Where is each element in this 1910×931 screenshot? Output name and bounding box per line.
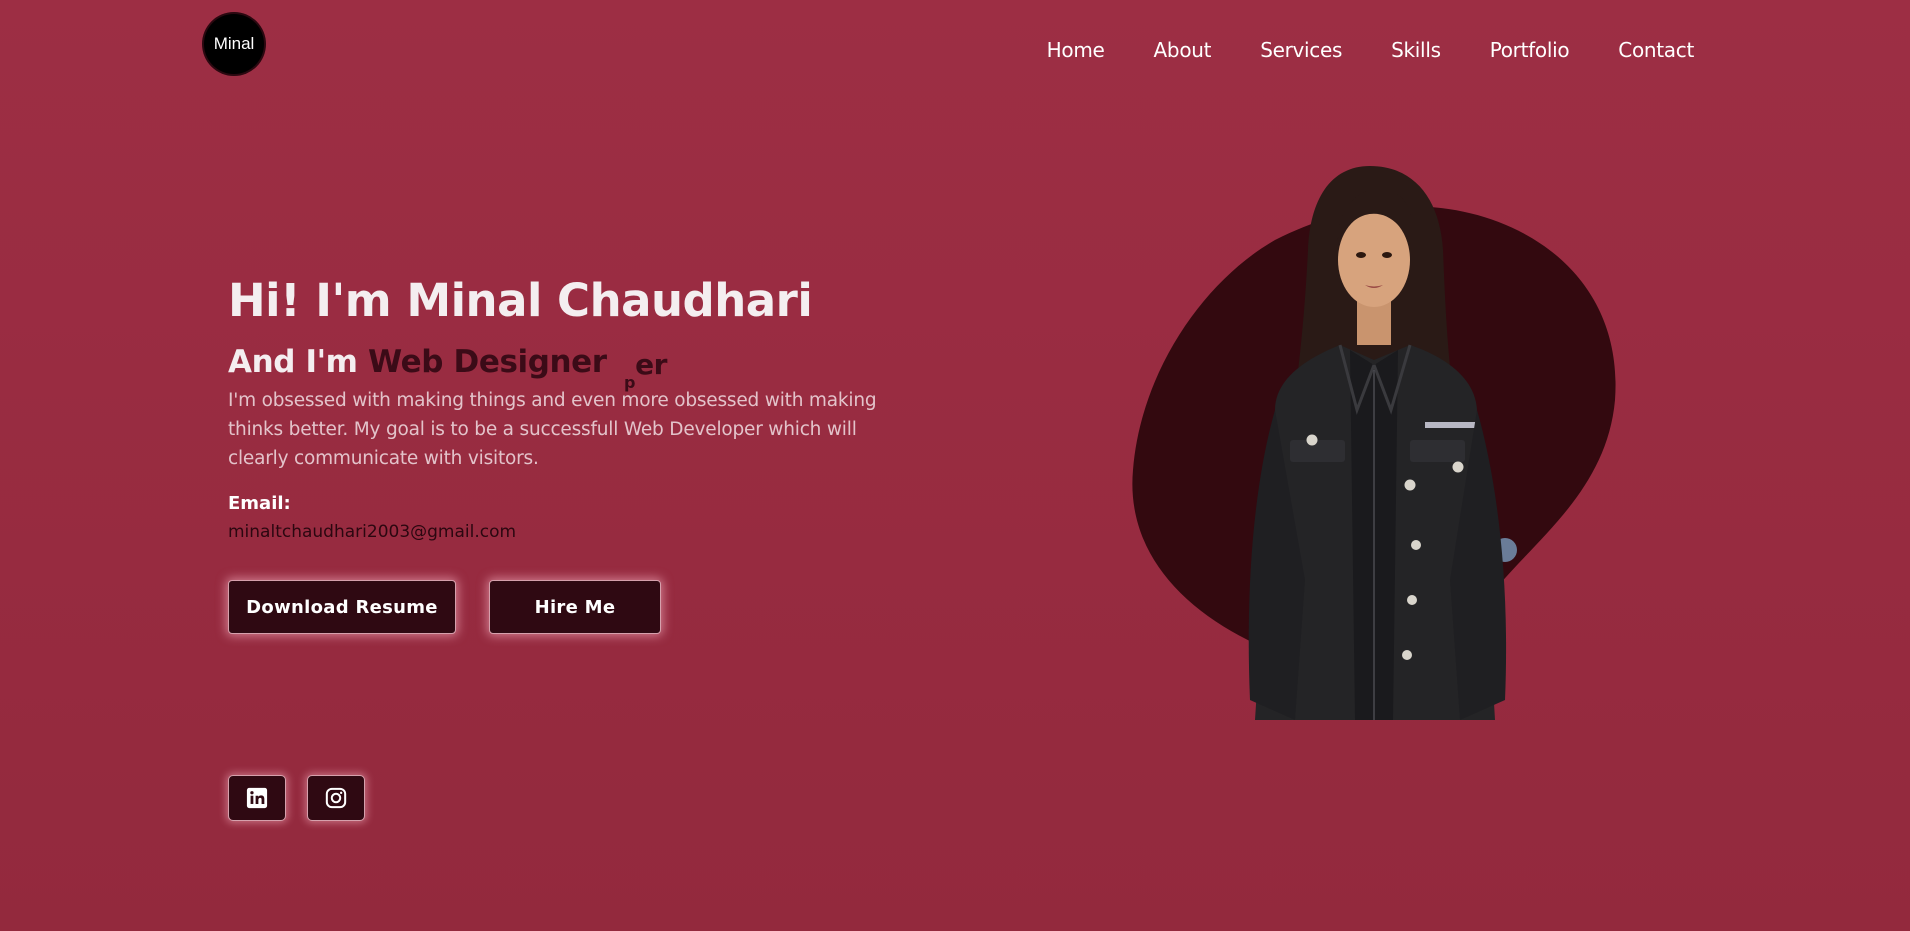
hero-portrait [1125, 160, 1625, 720]
email-value: minaltchaudhari2003@gmail.com [228, 522, 517, 542]
nav-skills[interactable]: Skills [1391, 38, 1441, 62]
instagram-icon [325, 787, 347, 809]
subtitle-prefix: And I'm [228, 344, 358, 380]
hero-subtitle: And I'm Web Designer per [228, 344, 667, 392]
hire-me-label: Hire Me [534, 596, 616, 618]
nav-portfolio[interactable]: Portfolio [1490, 38, 1570, 62]
download-resume-button[interactable]: Download Resume [228, 580, 456, 634]
hero-description: I'm obsessed with making things and even… [228, 390, 877, 469]
typed-role: Web Designer [367, 344, 607, 380]
main-nav: Home About Services Skills Portfolio Con… [1047, 38, 1695, 62]
nav-about[interactable]: About [1154, 38, 1212, 62]
instagram-button[interactable] [307, 775, 365, 821]
portrait-illustration [1132, 166, 1616, 720]
nav-services[interactable]: Services [1260, 38, 1342, 62]
typing-fragment-tail: er [635, 348, 668, 381]
nav-contact[interactable]: Contact [1618, 38, 1694, 62]
logo[interactable]: Minal [204, 14, 264, 74]
hero-title: Hi! I'm Minal Chaudhari [228, 274, 813, 327]
typing-animation-fragment: per [624, 348, 668, 392]
email-label: Email: [228, 493, 291, 514]
logo-text: Minal [213, 34, 255, 53]
linkedin-button[interactable] [228, 775, 286, 821]
nav-home[interactable]: Home [1047, 38, 1105, 62]
linkedin-icon [246, 787, 268, 809]
download-resume-label: Download Resume [246, 596, 438, 618]
hire-me-button[interactable]: Hire Me [489, 580, 661, 634]
